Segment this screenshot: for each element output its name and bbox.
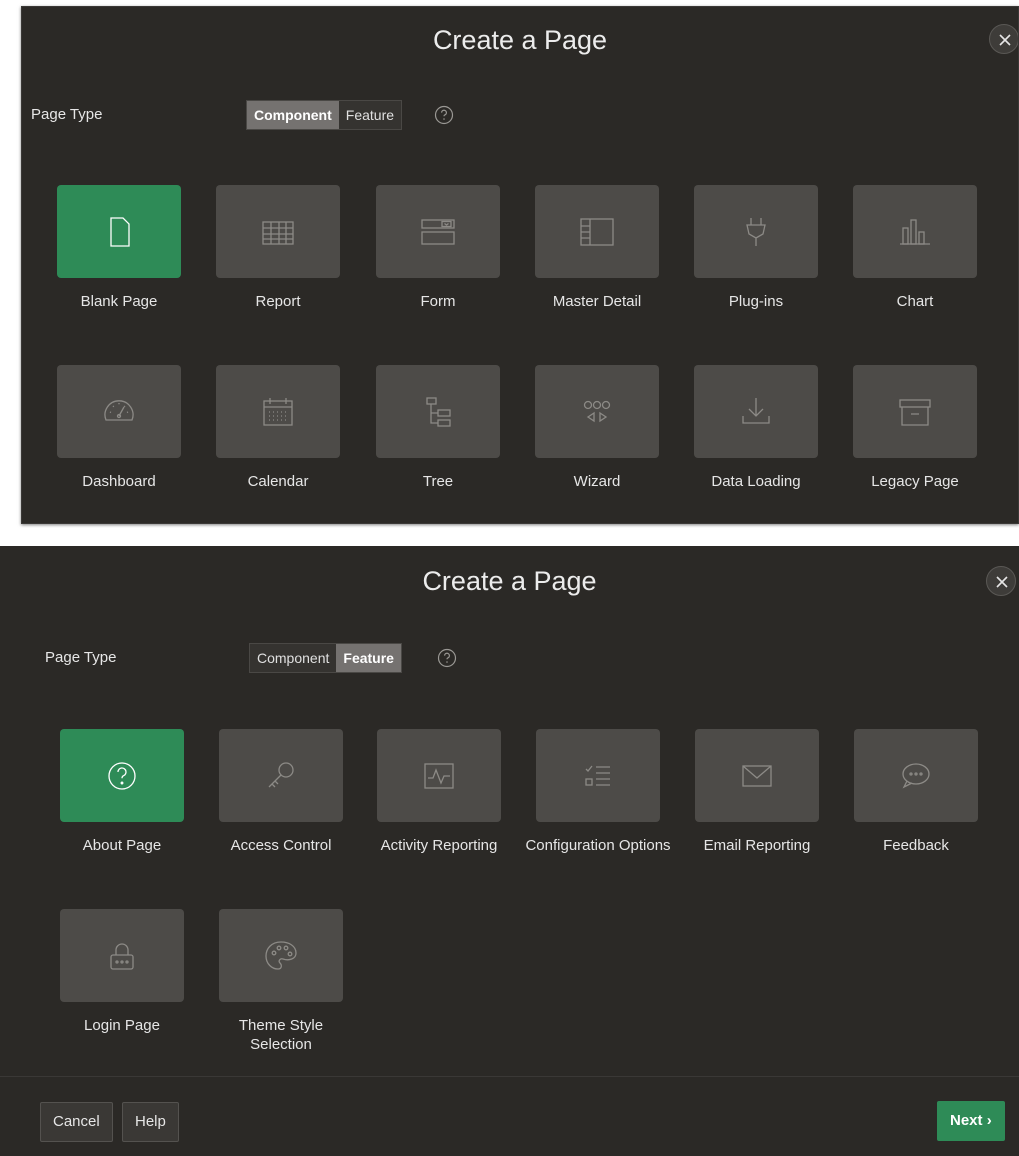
page-type-toggle: Component Feature: [249, 643, 402, 673]
tile-label: Login Page: [84, 1017, 160, 1034]
tile-label: Data Loading: [711, 473, 801, 490]
speech-bubble-icon: [902, 762, 930, 788]
dialog-title: Create a Page: [422, 566, 597, 596]
checklist-icon: [585, 765, 610, 786]
close-icon: [999, 34, 1011, 46]
tile-chart[interactable]: Chart: [853, 185, 977, 311]
tile-label: Chart: [896, 293, 934, 310]
tile-label: Access Control: [230, 837, 332, 854]
tile-label: Wizard: [573, 473, 621, 490]
tile-email-reporting[interactable]: Email Reporting: [695, 729, 819, 855]
tile-label: Email Reporting: [703, 837, 811, 854]
tile-form[interactable]: Form: [376, 185, 500, 311]
tile-tree[interactable]: Tree: [376, 365, 500, 491]
tile-label: Blank Page: [80, 293, 158, 310]
palette-icon: [265, 940, 297, 970]
tile-label: Theme Style Selection: [238, 1017, 324, 1053]
tile-access-control[interactable]: Access Control: [219, 729, 343, 855]
tile-label: Configuration Options: [525, 837, 671, 854]
chevron-right-icon: ›: [986, 1112, 992, 1129]
tile-report[interactable]: Report: [216, 185, 340, 311]
master-detail-icon: [580, 217, 614, 246]
help-icon[interactable]: [434, 105, 454, 125]
tile-login-page[interactable]: Login Page: [60, 909, 184, 1035]
tile-activity-reporting[interactable]: Activity Reporting: [377, 729, 501, 855]
component-toggle-button[interactable]: Component: [250, 644, 337, 672]
tile-legacy-page[interactable]: Legacy Page: [853, 365, 977, 491]
tile-label: Plug-ins: [728, 293, 784, 310]
tile-blank-page[interactable]: Blank Page: [57, 185, 181, 311]
table-icon: [262, 220, 294, 245]
gauge-icon: [104, 399, 134, 421]
tile-label: Tree: [422, 473, 454, 490]
feature-toggle-button[interactable]: Feature: [338, 101, 402, 129]
document-icon: [110, 216, 130, 247]
page-type-toggle: Component Feature: [246, 100, 403, 130]
tile-configuration-options[interactable]: Configuration Options: [525, 729, 671, 855]
wizard-icon: [583, 400, 611, 422]
feature-toggle-button[interactable]: Feature: [336, 644, 401, 672]
plug-icon: [746, 217, 766, 246]
tile-label: Calendar: [247, 473, 309, 490]
dialog-title: Create a Page: [432, 25, 608, 55]
help-button[interactable]: Help: [122, 1102, 179, 1142]
tile-plug-ins[interactable]: Plug-ins: [694, 185, 818, 311]
tile-master-detail[interactable]: Master Detail: [535, 185, 659, 311]
tile-feedback[interactable]: Feedback: [854, 729, 978, 855]
close-icon: [996, 576, 1008, 588]
bar-chart-icon: [900, 218, 930, 245]
dialog-footer: Cancel Help Next ›: [0, 1076, 1019, 1156]
create-page-dialog-feature: Create a Page Page Type Component Featur…: [0, 546, 1019, 1156]
tile-label: Feedback: [883, 837, 949, 854]
tree-icon: [426, 396, 451, 427]
tile-label: Activity Reporting: [380, 837, 498, 854]
tile-data-loading[interactable]: Data Loading: [694, 365, 818, 491]
cancel-button[interactable]: Cancel: [40, 1102, 113, 1142]
page-type-label: Page Type: [45, 649, 117, 666]
tile-label: Report: [255, 293, 301, 310]
archive-icon: [899, 398, 931, 426]
download-icon: [742, 397, 770, 424]
key-icon: [268, 761, 294, 787]
next-button[interactable]: Next ›: [937, 1101, 1005, 1141]
tile-label: Legacy Page: [871, 473, 959, 490]
page-type-label: Page Type: [31, 106, 103, 123]
form-icon: [421, 218, 455, 245]
create-page-dialog-component: Create a Page Page Type Component Featur…: [21, 6, 1019, 524]
lock-icon: [110, 942, 134, 970]
question-circle-icon: [108, 761, 136, 790]
tile-wizard[interactable]: Wizard: [535, 365, 659, 491]
envelope-icon: [742, 764, 772, 787]
tile-about-page[interactable]: About Page: [60, 729, 184, 855]
tile-calendar[interactable]: Calendar: [216, 365, 340, 491]
calendar-icon: [263, 397, 293, 426]
tile-label: About Page: [82, 837, 162, 854]
tile-label: Master Detail: [552, 293, 642, 310]
help-icon[interactable]: [437, 648, 457, 668]
close-button[interactable]: [989, 24, 1018, 54]
next-button-label: Next: [950, 1112, 983, 1129]
component-toggle-button[interactable]: Component: [247, 101, 339, 129]
tile-label: Dashboard: [82, 473, 156, 490]
tile-theme-style-selection[interactable]: Theme Style Selection: [219, 909, 343, 1054]
activity-icon: [424, 762, 454, 789]
close-button[interactable]: [986, 566, 1016, 596]
tile-label: Form: [420, 293, 456, 310]
tile-dashboard[interactable]: Dashboard: [57, 365, 181, 491]
